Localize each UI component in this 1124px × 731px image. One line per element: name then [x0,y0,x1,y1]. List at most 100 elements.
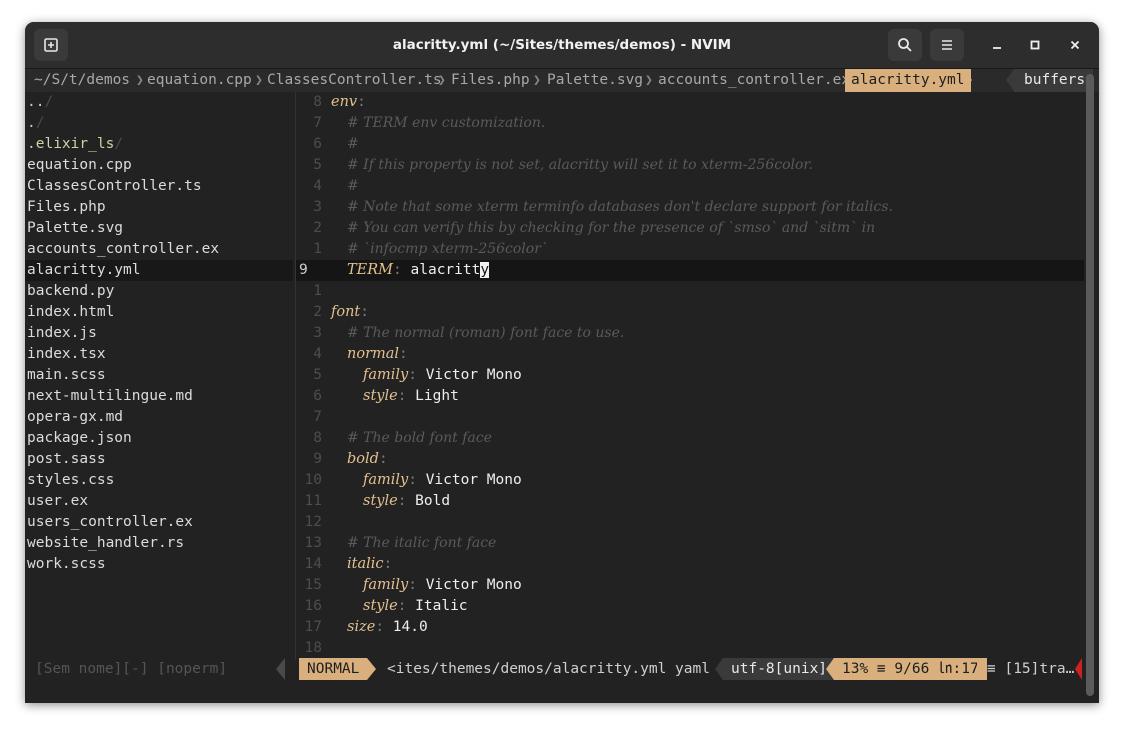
code-line[interactable]: 5 family: Victor Mono [296,365,1084,386]
yaml-value: alacritt [410,262,481,278]
tree-item-file[interactable]: index.js [27,323,97,344]
yaml-colon: : [399,346,408,362]
tab-alacritty-yml-active[interactable]: alacritty.yml [845,69,971,92]
tree-item-file[interactable]: package.json [27,428,132,449]
menu-button[interactable] [930,29,964,61]
minimize-button[interactable] [985,33,1009,57]
line-number: 2 [313,220,322,236]
code-line[interactable]: 7 [296,407,1084,428]
line-number: 2 [313,304,322,320]
new-tab-button[interactable] [34,29,68,61]
line-number: 3 [313,199,322,215]
code-content: # The bold font face [347,428,492,449]
tab-classes-controller[interactable]: ClassesController.ts [267,69,442,92]
yaml-comment: # The italic font face [347,535,497,551]
position-start-arrow [826,658,834,680]
tree-item-file[interactable]: post.sass [27,449,106,470]
mode-end-arrow [367,658,376,680]
code-line[interactable]: 5 # If this property is not set, alacritt… [296,155,1084,176]
tree-item-file[interactable]: Palette.svg [27,218,123,239]
code-line[interactable]: 8 env: [296,92,1084,113]
code-content: size: 14.0 [347,617,428,638]
yaml-value: Bold [415,493,451,509]
editor-buffer[interactable]: 8 env: 7 # TERM env customization. 6 #5 # If t… [296,92,1084,660]
error-indicator-arrow [1075,658,1082,680]
yaml-key: family [363,472,409,488]
line-number: 5 [313,157,322,173]
code-line[interactable]: 15 family: Victor Mono [296,575,1084,596]
code-line[interactable]: 4 normal: [296,344,1084,365]
tree-item-current-dir[interactable]: ./ [27,113,44,134]
new-tab-icon [44,38,58,52]
tree-item-file[interactable]: website_handler.rs [27,533,184,554]
tree-item-file[interactable]: styles.css [27,470,114,491]
code-line[interactable]: 2 # You can verify this by checking for t… [296,218,1084,239]
code-line[interactable]: 14 italic: [296,554,1084,575]
tab-palette-svg[interactable]: Palette.svg [547,69,643,92]
tree-item-label: .. [27,94,45,110]
code-line[interactable]: 18 [296,638,1084,659]
tree-item-file[interactable]: backend.py [27,281,114,302]
text-cursor: y [480,262,490,278]
line-number: 4 [313,346,322,362]
line-number: 7 [313,409,322,425]
line-number: 11 [304,493,322,509]
code-line[interactable]: 1 # `infocmp xterm-256color` [296,239,1084,260]
tree-item-file[interactable]: index.html [27,302,114,323]
tab-accounts-controller[interactable]: accounts_controller.ex [658,69,850,92]
close-button[interactable] [1063,33,1087,57]
tree-item-file[interactable]: users_controller.ex [27,512,193,533]
search-button[interactable] [888,29,922,61]
yaml-colon: : [360,304,369,320]
tree-item-file[interactable]: work.scss [27,554,106,575]
code-content: family: Victor Mono [363,575,522,596]
code-line[interactable]: 17 size: 14.0 [296,617,1084,638]
code-line[interactable]: 3 # The normal (roman) font face to use. [296,323,1084,344]
position-end-arrow [977,658,985,680]
search-icon [898,38,912,52]
tree-item-file[interactable]: accounts_controller.ex [27,239,219,260]
yaml-comment: # The normal (roman) font face to use. [347,325,625,341]
tree-item-file[interactable]: ClassesController.ts [27,176,202,197]
code-content: # [347,134,359,155]
line-number: 5 [313,367,322,383]
code-line[interactable]: 12 [296,512,1084,533]
scrollbar[interactable] [1086,74,1094,696]
code-line[interactable]: 7 # TERM env customization. [296,113,1084,134]
tree-item-file[interactable]: equation.cpp [27,155,132,176]
yaml-colon: : [397,598,416,614]
code-line[interactable]: 9 bold: [296,449,1084,470]
tab-files-php[interactable]: Files.php [451,69,530,92]
yaml-key: style [363,388,398,404]
code-line[interactable]: 6 style: Light [296,386,1084,407]
code-line[interactable]: 8 # The bold font face [296,428,1084,449]
tab-equation-cpp[interactable]: equation.cpp [147,69,252,92]
buffers-button[interactable]: buffers [1014,69,1094,92]
yaml-colon: : [408,472,426,488]
tree-item-file[interactable]: main.scss [27,365,106,386]
tree-item-file[interactable]: Files.php [27,197,106,218]
maximize-button[interactable] [1023,33,1047,57]
yaml-comment: # You can verify this by checking for th… [347,220,876,236]
tab-cwd[interactable]: ~/S/t/demos [34,69,130,92]
tree-item-file[interactable]: opera-gx.md [27,407,123,428]
code-line[interactable]: 16 style: Italic [296,596,1084,617]
code-line[interactable]: 13 # The italic font face [296,533,1084,554]
code-content: italic: [347,554,392,575]
file-tree: ../ ./ .elixir_ls/ equation.cpp ClassesC… [25,92,295,660]
tree-item-file[interactable]: next-multilingue.md [27,386,193,407]
code-line-current[interactable]: 9 TERM: alacritty [296,260,1084,281]
code-line[interactable]: 3 # Note that some xterm terminfo databas… [296,197,1084,218]
tree-item-file[interactable]: index.tsx [27,344,106,365]
tree-item-selected[interactable]: alacritty.yml [25,260,293,281]
code-line[interactable]: 2 font: [296,302,1084,323]
tree-item-elixir-ls[interactable]: .elixir_ls/ [27,134,123,155]
code-line[interactable]: 10 family: Victor Mono [296,470,1084,491]
tab-separator: ❯ [645,73,653,88]
code-line[interactable]: 1 [296,281,1084,302]
code-line[interactable]: 4 # [296,176,1084,197]
tree-item-parent-dir[interactable]: ../ [27,92,53,113]
code-line[interactable]: 6 # [296,134,1084,155]
tree-item-file[interactable]: user.ex [27,491,88,512]
code-line[interactable]: 11 style: Bold [296,491,1084,512]
